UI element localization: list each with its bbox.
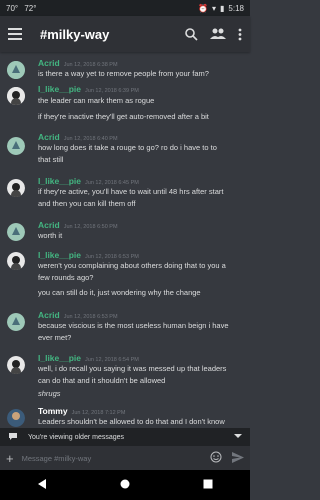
- status-bar: 70° 72° ⏰ ▾ ▮ 5:18: [0, 0, 250, 16]
- message-author[interactable]: Acrid Jun 12, 2018 6:38 PM: [38, 58, 118, 68]
- avatar[interactable]: [7, 409, 25, 427]
- message-text: is there a way yet to remove people from…: [38, 69, 209, 78]
- more-options-icon[interactable]: [238, 28, 242, 41]
- message-author[interactable]: I_like__pie Jun 12, 2018 6:45 PM: [38, 176, 139, 186]
- home-icon[interactable]: [120, 476, 130, 494]
- message-text: Leaders shouldn't be allowed to do that …: [38, 417, 225, 426]
- avatar[interactable]: [7, 87, 25, 105]
- message-composer: + Message #milky-way: [0, 446, 250, 470]
- message-text: well, i do recall you saying it was mess…: [38, 364, 227, 373]
- system-nav-bar: [0, 470, 250, 500]
- chat-bubble-icon: [8, 432, 18, 443]
- members-icon[interactable]: [210, 28, 226, 40]
- avatar[interactable]: [7, 356, 25, 374]
- message-timestamp: Jun 12, 2018 6:39 PM: [85, 88, 139, 94]
- status-left: 70°: [6, 3, 19, 13]
- message-text: few rounds ago?: [38, 273, 94, 282]
- battery-icon: ▮: [220, 3, 225, 13]
- status-temp: 72°: [24, 3, 37, 13]
- message-text: you can still do it, just wondering why …: [38, 288, 201, 297]
- avatar[interactable]: [7, 223, 25, 241]
- avatar[interactable]: [7, 313, 25, 331]
- avatar[interactable]: [7, 252, 25, 270]
- wifi-icon: ▾: [212, 3, 217, 13]
- send-icon[interactable]: [232, 451, 244, 465]
- message-text: weren't you complaining about others doi…: [38, 261, 226, 270]
- avatar[interactable]: [7, 61, 25, 79]
- add-attachment-icon[interactable]: +: [6, 451, 14, 466]
- message-text: how long does it take a rouge to go? ro …: [38, 143, 217, 152]
- message-text: the leader can mark them as rogue: [38, 96, 155, 105]
- message-text: if they're inactive they'll get auto-rem…: [38, 112, 209, 121]
- message-author[interactable]: Tommy Jun 12, 2018 7:12 PM: [38, 406, 125, 416]
- message-text: can do that and it shouldn't be allowed: [38, 376, 166, 385]
- message-text: shrugs: [38, 389, 61, 398]
- avatar[interactable]: [7, 179, 25, 197]
- message-author[interactable]: Acrid Jun 12, 2018 6:53 PM: [38, 310, 118, 320]
- message-text: that still: [38, 155, 64, 164]
- message-author[interactable]: I_like__pie Jun 12, 2018 6:39 PM: [38, 84, 139, 94]
- banner-text: You're viewing older messages: [28, 433, 125, 441]
- app-bar: #milky-way: [0, 16, 250, 52]
- recents-icon[interactable]: [203, 476, 213, 494]
- message-text: and then you can kill them off: [38, 199, 136, 208]
- search-icon[interactable]: [185, 27, 198, 41]
- chevron-down-icon[interactable]: [234, 433, 242, 441]
- message-author[interactable]: Acrid Jun 12, 2018 6:40 PM: [38, 132, 118, 142]
- status-clock: 5:18: [228, 3, 244, 13]
- message-author[interactable]: I_like__pie Jun 12, 2018 6:53 PM: [38, 250, 139, 260]
- message-text: if they're active, you'll have to wait u…: [38, 187, 224, 196]
- avatar[interactable]: [7, 137, 25, 155]
- message-text: because viscious is the most useless hum…: [38, 321, 229, 330]
- message-author[interactable]: Acrid Jun 12, 2018 6:50 PM: [38, 220, 118, 230]
- menu-icon[interactable]: [8, 28, 22, 40]
- back-icon[interactable]: [37, 476, 47, 494]
- channel-title: #milky-way: [40, 26, 110, 42]
- older-messages-banner[interactable]: You're viewing older messages: [0, 428, 250, 446]
- message-input[interactable]: Message #milky-way: [22, 454, 210, 463]
- message-text: ever met?: [38, 333, 72, 342]
- emoji-icon[interactable]: [210, 451, 222, 465]
- message-text: worth it: [38, 231, 63, 240]
- alarm-icon: ⏰: [198, 3, 208, 13]
- message-author[interactable]: I_like__pie Jun 12, 2018 6:54 PM: [38, 353, 139, 363]
- message-list: Acrid Jun 12, 2018 6:38 PM is there a way…: [0, 52, 250, 428]
